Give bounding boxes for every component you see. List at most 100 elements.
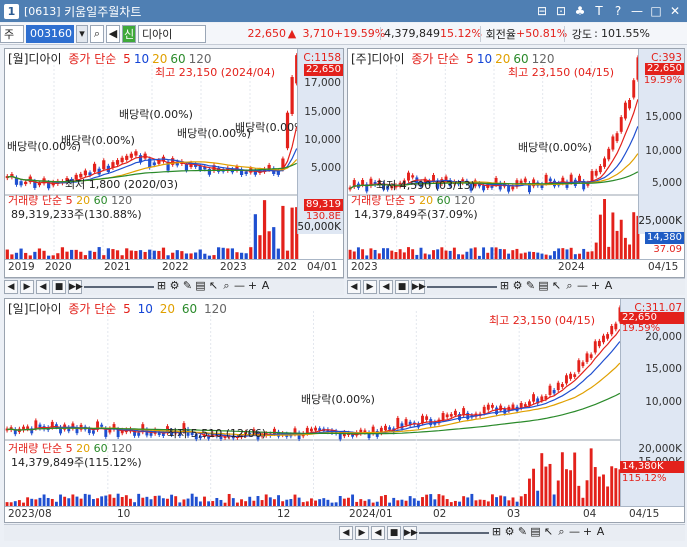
magnify-icon[interactable]: ⌕	[556, 526, 567, 540]
candle-body	[548, 178, 552, 182]
volume-bar	[394, 252, 398, 259]
table-icon[interactable]: ▤	[530, 526, 541, 540]
volume-bar	[138, 250, 143, 259]
candle-body	[614, 323, 618, 330]
cursor-icon[interactable]: ↖	[551, 280, 562, 294]
copy-icon[interactable]: ⊡	[553, 3, 569, 19]
cursor-icon[interactable]: ↖	[543, 526, 554, 540]
nav-back-button[interactable]: ◀	[36, 280, 50, 294]
volume-bar	[527, 251, 531, 259]
volume-bar	[293, 494, 297, 506]
volume-bar	[392, 497, 396, 506]
zoom-in-icon[interactable]: +	[582, 526, 593, 540]
volume-bar	[42, 250, 46, 259]
nav-prev-button[interactable]: ▶	[20, 280, 34, 294]
nav-first-button[interactable]: ◀	[4, 280, 18, 294]
weekly-dividend-1: 배당락(0.00%)	[518, 141, 592, 154]
nav-prev-button[interactable]: ▶	[363, 280, 377, 294]
symbol-name-field[interactable]: 디아이	[138, 24, 206, 43]
zoom-slider[interactable]	[419, 526, 489, 540]
volume-bar	[75, 496, 79, 506]
volume-bar	[548, 463, 552, 506]
settings-icon[interactable]: ⚙	[512, 280, 523, 294]
club-icon[interactable]: ♣	[572, 3, 588, 19]
screen-code: [0613]	[24, 4, 61, 18]
credit-badge: 신	[122, 24, 136, 43]
nav-stop-button[interactable]: ■	[387, 526, 401, 540]
text-icon[interactable]: A	[595, 526, 606, 540]
candle-body	[603, 158, 607, 167]
table-icon[interactable]: ▤	[538, 280, 549, 294]
volume-bar	[143, 251, 147, 259]
table-icon[interactable]: ▤	[195, 280, 206, 294]
grid-icon[interactable]: ⊞	[499, 280, 510, 294]
volume-bar	[124, 495, 128, 506]
nav-prev-button[interactable]: ▶	[355, 526, 369, 540]
magnify-icon[interactable]: ⌕	[221, 280, 232, 294]
minimize-button[interactable]: —	[629, 3, 645, 19]
volume-bar	[528, 478, 531, 506]
settings-icon[interactable]: ⚙	[504, 526, 515, 540]
zoom-slider[interactable]	[427, 280, 497, 294]
magnify-icon[interactable]: ⌕	[564, 280, 575, 294]
volume-bar	[603, 199, 607, 259]
candle-body	[523, 404, 527, 407]
volume-bar	[338, 496, 342, 506]
zoom-in-icon[interactable]: +	[590, 280, 601, 294]
volume-bar	[322, 498, 326, 506]
text-icon[interactable]: A	[260, 280, 271, 294]
draw-icon[interactable]: ✎	[517, 526, 528, 540]
nav-back-button[interactable]: ◀	[371, 526, 385, 540]
maximize-button[interactable]: □	[648, 3, 664, 19]
cursor-icon[interactable]: ↖	[208, 280, 219, 294]
grid-icon[interactable]: ⊞	[156, 280, 167, 294]
volume-bar	[186, 498, 190, 506]
candle-body	[115, 160, 120, 165]
zoom-out-icon[interactable]: —	[234, 280, 245, 294]
volume-bar	[448, 250, 452, 259]
draw-icon[interactable]: ✎	[182, 280, 193, 294]
nav-end-button[interactable]: ▶▶	[411, 280, 426, 294]
zoom-out-icon[interactable]: —	[577, 280, 588, 294]
font-icon[interactable]: T	[591, 3, 607, 19]
close-button[interactable]: ✕	[667, 3, 683, 19]
volume-bar	[632, 212, 636, 259]
candle-body	[441, 413, 445, 420]
draw-icon[interactable]: ✎	[525, 280, 536, 294]
volume-bar	[203, 496, 206, 506]
nav-first-button[interactable]: ◀	[339, 526, 353, 540]
monthly-volume-value: 89,319,233주(130.88%)	[11, 208, 142, 221]
volume-bar	[215, 497, 219, 506]
volume-bar	[369, 248, 373, 259]
zoom-in-icon[interactable]: +	[247, 280, 258, 294]
volume-bar	[351, 494, 355, 506]
market-select[interactable]: 주	[0, 24, 24, 43]
volume-bar	[462, 496, 466, 506]
text-icon[interactable]: A	[603, 280, 614, 294]
daily-chart-panel: [일]디아이 종가 단순 5 10 20 60 120 최고 23,150 (0…	[4, 298, 685, 523]
nav-back-button[interactable]: ◀	[379, 280, 393, 294]
monthly-low-label: 최저 1,800 (2020/03)	[65, 178, 179, 191]
nav-stop-button[interactable]: ■	[52, 280, 66, 294]
zoom-out-icon[interactable]: —	[569, 526, 580, 540]
nav-stop-button[interactable]: ■	[395, 280, 409, 294]
volume-bar	[19, 248, 23, 259]
symbol-dropdown-icon[interactable]: ▾	[76, 24, 88, 43]
volume-bar	[88, 250, 92, 259]
nav-first-button[interactable]: ◀	[347, 280, 361, 294]
nav-end-button[interactable]: ▶▶	[403, 526, 418, 540]
settings-icon[interactable]: ⚙	[169, 280, 180, 294]
volume-bar	[285, 250, 290, 259]
candle-body	[511, 186, 515, 190]
link-icon[interactable]: ⊟	[534, 3, 550, 19]
volume-bar	[256, 496, 260, 506]
help-icon[interactable]: ?	[610, 3, 626, 19]
grid-icon[interactable]: ⊞	[491, 526, 502, 540]
candle-body	[125, 155, 129, 160]
nav-end-button[interactable]: ▶▶	[68, 280, 83, 294]
symbol-code-input[interactable]: 003160	[26, 24, 74, 43]
speaker-icon[interactable]: ◀	[106, 24, 120, 43]
candle-body	[569, 373, 573, 379]
zoom-slider[interactable]	[84, 280, 154, 294]
search-icon[interactable]: ⌕	[90, 24, 104, 43]
